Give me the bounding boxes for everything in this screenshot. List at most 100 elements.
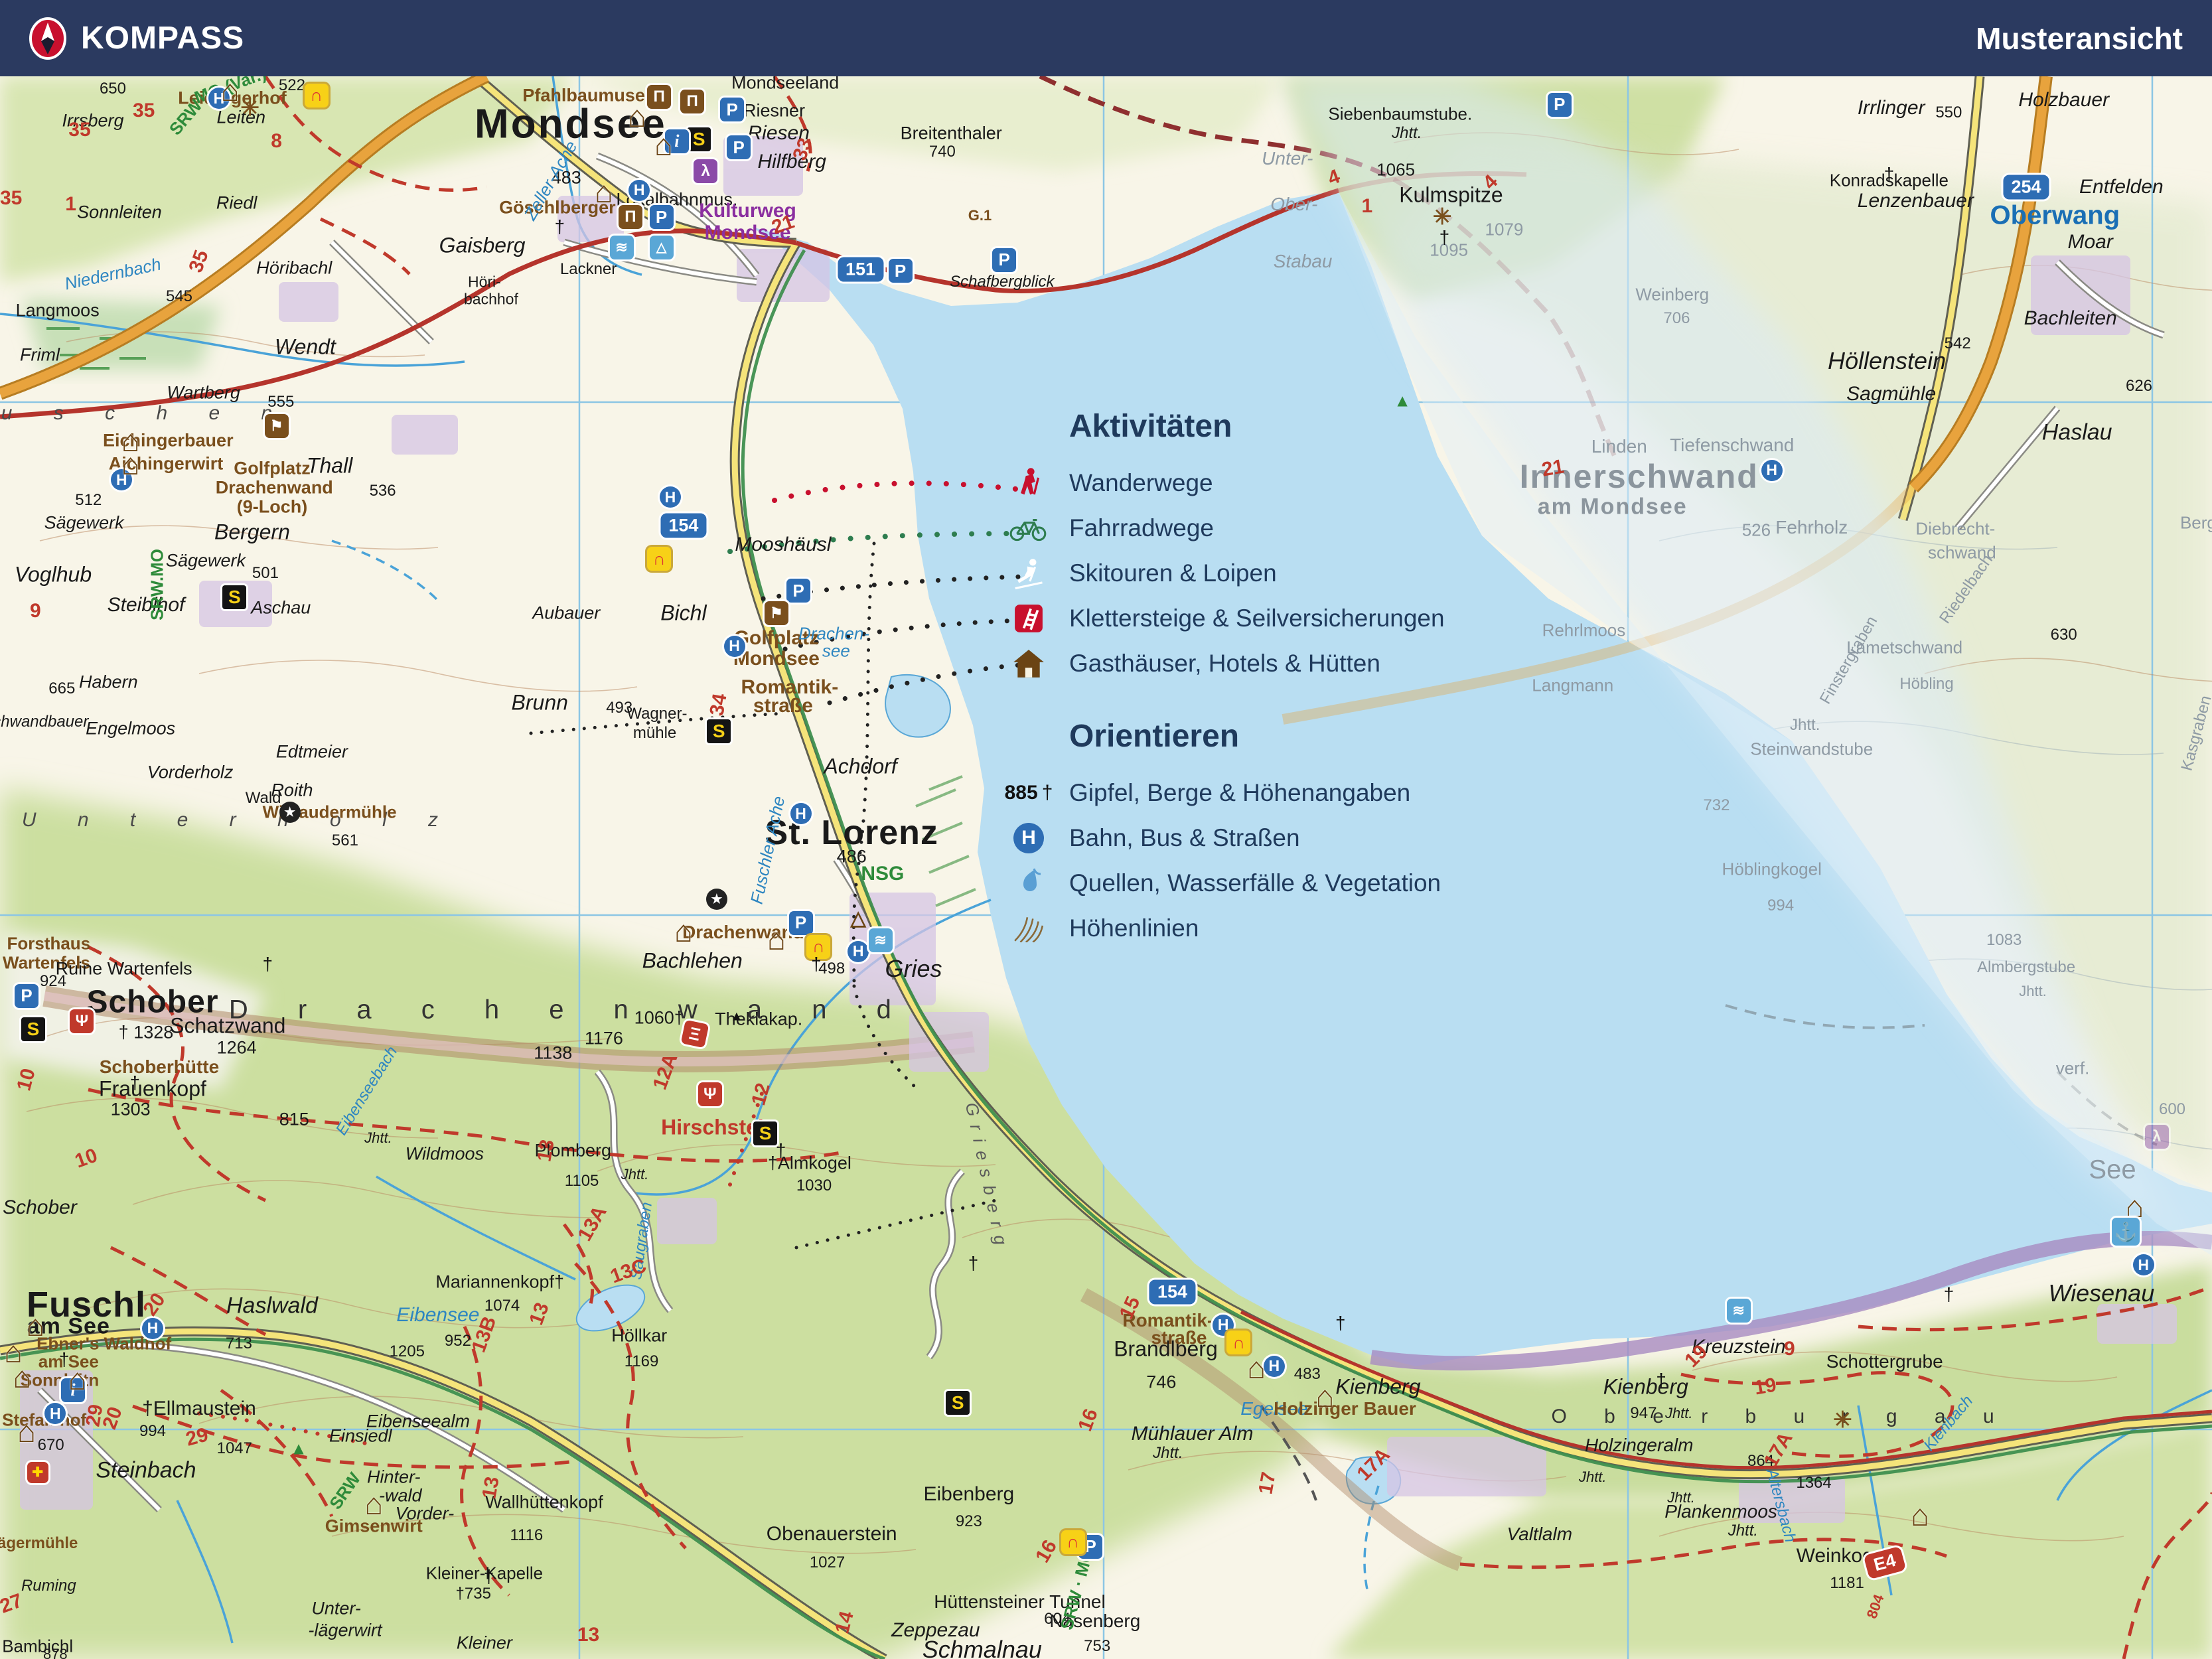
map-label: Hinter-: [367, 1467, 421, 1487]
map-label: 713: [226, 1334, 252, 1353]
map-label: Wartberg: [167, 383, 240, 403]
camp-icon: △: [851, 906, 866, 930]
parking-icon: P: [15, 984, 38, 1008]
map-label: 1079: [1485, 220, 1524, 240]
legend-item: Skitouren & Loipen: [1005, 552, 1445, 595]
chapel-cross-icon: †: [1656, 1370, 1666, 1391]
summer-toboggan-icon: S: [222, 585, 246, 609]
route-number: 34: [706, 691, 732, 717]
map-label: D r a c h e n w a n d: [229, 995, 913, 1025]
legend-item-label: Skitouren & Loipen: [1069, 559, 1277, 587]
tower-icon: ▲: [730, 1009, 743, 1024]
map-label: Haslwald: [226, 1293, 318, 1319]
map-label: G.1: [968, 207, 992, 224]
route-number: 13: [534, 1138, 559, 1164]
map-label: Irrlinger: [1858, 97, 1925, 119]
map-label: 706: [1663, 309, 1690, 328]
hut-icon: ⌂: [13, 1359, 31, 1395]
map-label: Gaisberg: [439, 234, 526, 258]
legend-item: 885†Gipfel, Berge & Höhenangaben: [1005, 772, 1445, 814]
map-label: Höri-: [468, 273, 501, 291]
map-label: am Mondsee: [1538, 494, 1688, 520]
sail-icon: △: [650, 236, 674, 259]
hut-icon: ⌂: [68, 1361, 87, 1397]
map-label: NSG: [861, 863, 904, 885]
map-label: 650: [100, 80, 126, 98]
map-label: Fehrholz: [1775, 517, 1848, 538]
map-label: Mariannenkopf†: [435, 1272, 564, 1293]
map-label: SRW.MO: [147, 549, 167, 620]
parking-icon: P: [727, 135, 751, 159]
parking-icon: P: [786, 579, 810, 603]
map-label: 561: [332, 831, 358, 850]
hut-icon: ⌂: [364, 1486, 383, 1522]
parking-icon: P: [789, 911, 813, 935]
map-label: Plankenmoos: [1664, 1501, 1777, 1522]
map-label: Jägermühle: [0, 1534, 78, 1553]
museum-icon: Π: [680, 90, 704, 113]
map-label: Moar: [2067, 231, 2112, 253]
bus-stop-icon: H: [724, 636, 745, 657]
bus-stop-icon: H: [1264, 1356, 1285, 1377]
map-label: 665: [48, 680, 75, 698]
map-label: 501: [252, 564, 279, 583]
route-number: 29: [82, 1402, 108, 1428]
map-label: Jhtt.: [1728, 1522, 1758, 1540]
map-label: 740: [929, 143, 956, 161]
map-label: Breitenthaler: [901, 123, 1002, 143]
map-label: see: [822, 640, 850, 661]
route-number: 9: [30, 600, 41, 622]
map-label: Berge: [2180, 512, 2212, 533]
legend-item-label: Bahn, Bus & Straßen: [1069, 824, 1300, 852]
map-label: Eibensee: [396, 1304, 479, 1327]
chapel-cross-icon: †: [811, 954, 822, 975]
road-shield: 154: [660, 514, 706, 538]
map-label: Forsthaus: [7, 933, 90, 954]
chapel-cross-icon: †: [262, 954, 273, 975]
hut-icon: ⌂: [17, 1413, 36, 1449]
route-number: 35: [133, 100, 155, 122]
map-legend: Aktivitäten WanderwegeFahrradwegeSkitour…: [1005, 408, 1445, 952]
chapel-cross-icon: †: [554, 216, 565, 238]
header-bar: KOMPASS Musteransicht: [0, 0, 2212, 76]
map-label: Thall: [307, 453, 352, 478]
bus-stop-icon: H: [1761, 460, 1783, 481]
ladder-icon: [1005, 603, 1052, 634]
hut-icon: ⌂: [767, 921, 786, 957]
map-label: 994: [139, 1422, 166, 1441]
map-label: Schwandbauer: [0, 713, 88, 731]
map-label: See: [2089, 1155, 2136, 1185]
page-title: Musteransicht: [1976, 21, 2183, 56]
bus-stop-icon: H: [628, 180, 650, 201]
legend-orientation-title: Orientieren: [1069, 718, 1445, 755]
map-label: 1176: [585, 1029, 623, 1049]
map-label: † 1328: [119, 1022, 174, 1043]
map-label: Steinbach: [96, 1458, 196, 1484]
map-label: Aubauer: [532, 603, 600, 623]
map-label: e u s c h e n: [0, 402, 290, 425]
map-label: Sonnleitn: [21, 1370, 99, 1391]
route-number: 9: [1784, 1338, 1795, 1360]
brand-name: KOMPASS: [81, 20, 244, 56]
parking-icon: P: [992, 248, 1016, 272]
map-label: Höllkar: [611, 1326, 667, 1346]
map-label: Haslau: [2042, 419, 2112, 445]
map-label: Valtlalm: [1507, 1524, 1572, 1545]
map-label: Wagner-: [627, 705, 687, 723]
legend-item: Quellen, Wasserfälle & Vegetation: [1005, 862, 1445, 904]
summer-toboggan-icon: S: [687, 127, 711, 151]
legend-item: Fahrradwege: [1005, 507, 1445, 549]
hut-icon: ⌂: [121, 446, 140, 482]
route-number: 8: [271, 130, 282, 153]
rescue-icon: ✚: [27, 1462, 48, 1483]
map-label: Bachleiten: [2024, 307, 2117, 330]
map-label: Vorderholz: [147, 762, 234, 783]
map-label: Jhtt.: [1392, 124, 1422, 143]
anchor-icon: ⚓: [2112, 1218, 2140, 1246]
map-label: Obenauerstein: [767, 1523, 897, 1546]
map-label: Gries: [885, 955, 942, 983]
map-label: Höbling: [1899, 675, 1953, 693]
map-label: Riedl: [216, 192, 258, 213]
chapel-cross-icon: †: [776, 1140, 786, 1161]
map-label: 923: [956, 1512, 982, 1531]
